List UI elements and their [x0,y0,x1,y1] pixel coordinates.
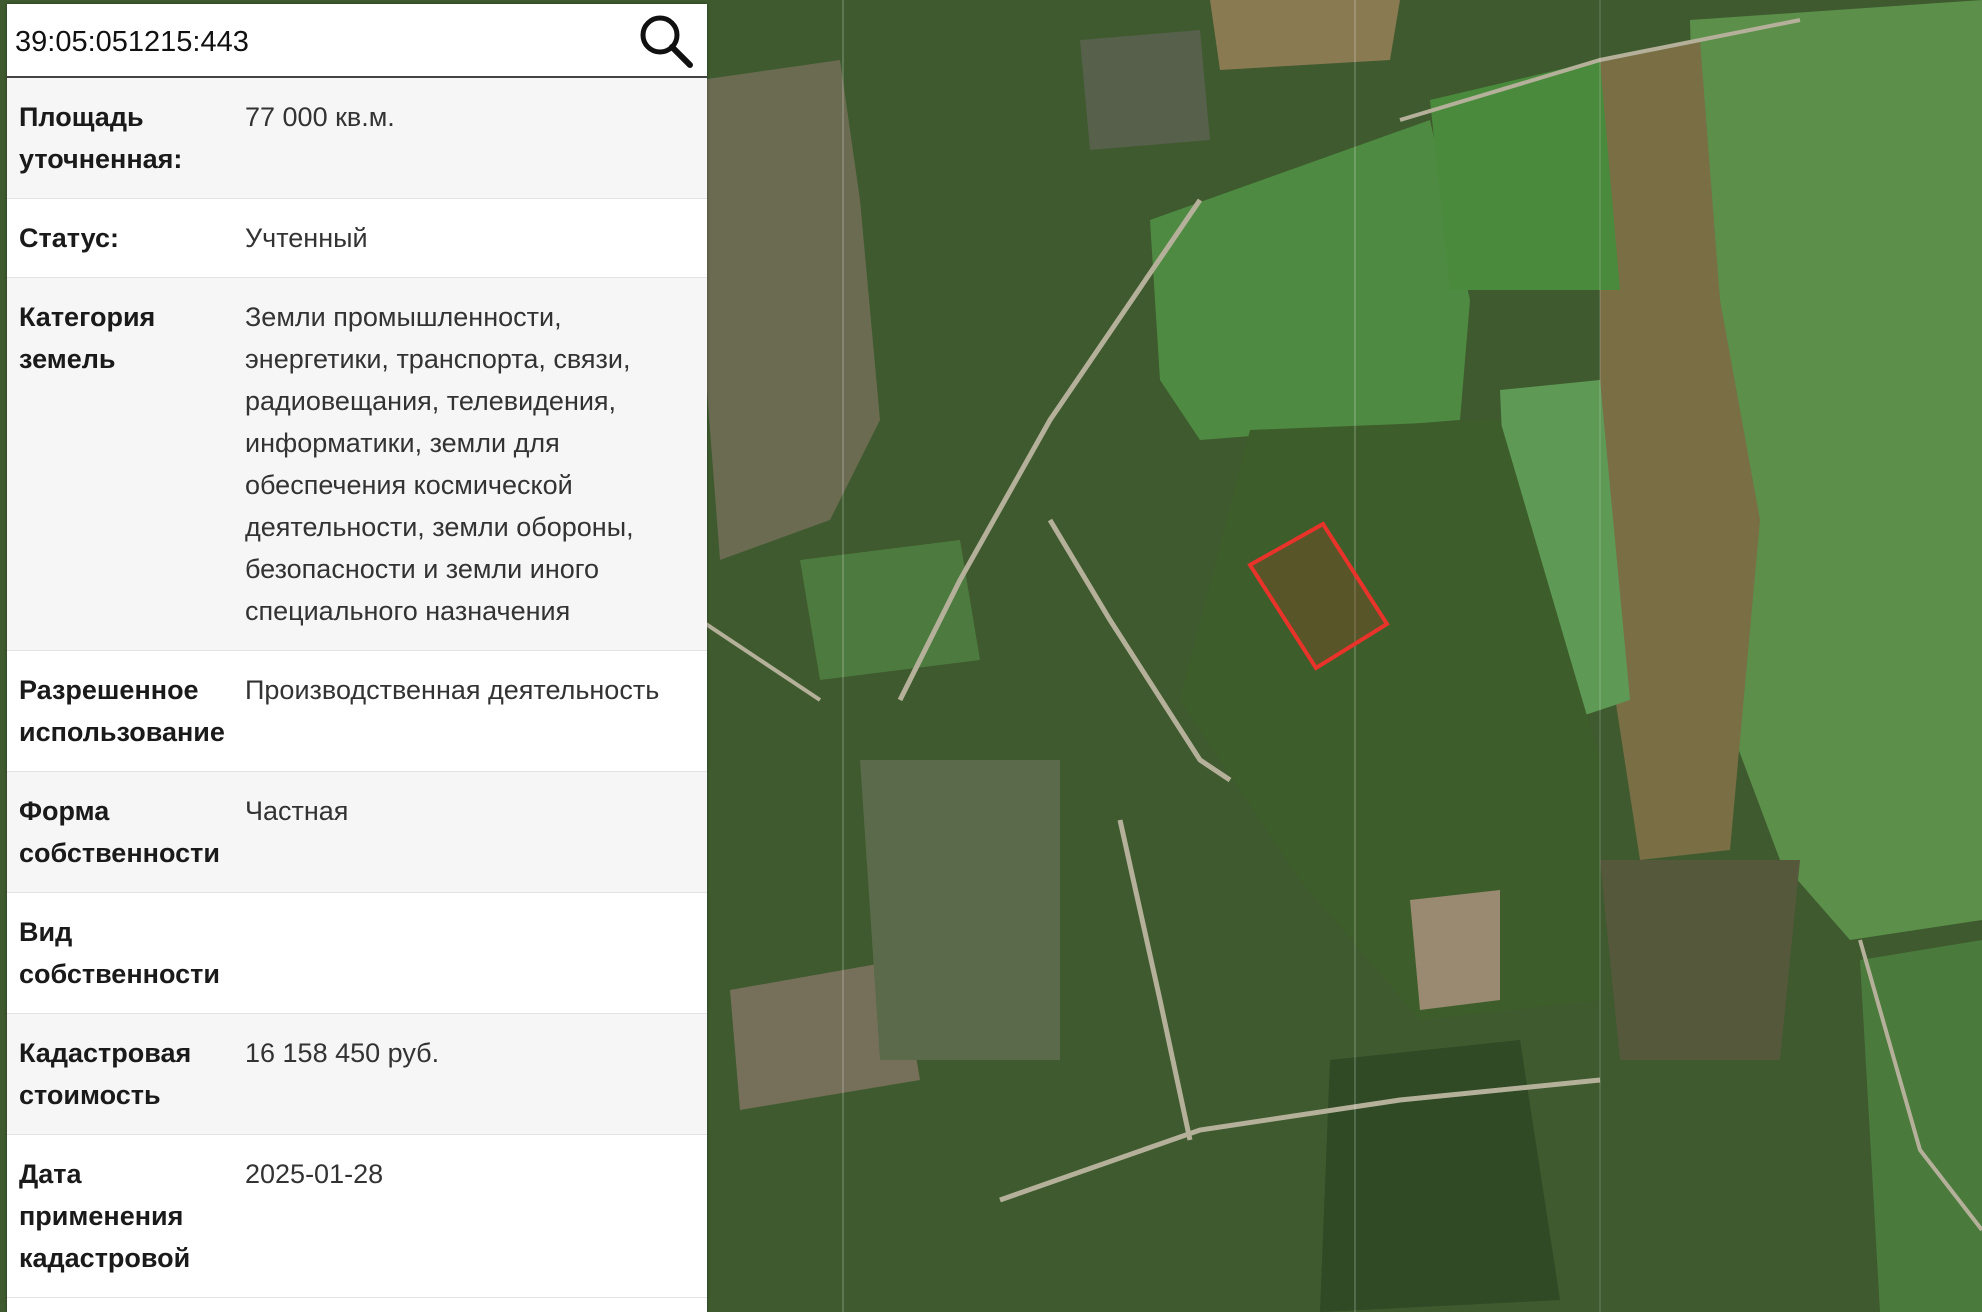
parcel-info-list: Площадь уточненная: 77 000 кв.м. Статус: Уч… [7,78,707,1298]
parcel-info-panel: Площадь уточненная: 77 000 кв.м. Статус: Уч… [7,4,707,1312]
info-label: Кадастровая стоимость [19,1038,192,1110]
search-button[interactable] [637,12,695,70]
info-row-land-category: Категория земель Земли промышленности, эн… [7,278,707,651]
info-row-ownership-type: Вид собственности [7,893,707,1014]
info-label: Категория земель [19,302,156,374]
info-label: Дата применения кадастровой [19,1159,191,1273]
info-value [245,911,697,995]
info-value: Производственная деятельность [245,675,660,705]
info-label: Площадь уточненная: [19,102,183,174]
info-row-area: Площадь уточненная: 77 000 кв.м. [7,78,707,199]
info-row-status: Статус: Учтенный [7,199,707,278]
info-label: Разрешенное использование [19,675,225,747]
info-value: Земли промышленности, энергетики, трансп… [245,302,634,626]
search-bar [7,4,707,78]
info-row-application-date: Дата применения кадастровой 2025-01-28 [7,1135,707,1298]
info-label: Вид собственности [19,917,220,989]
info-label: Статус: [19,223,119,253]
info-row-ownership-form: Форма собственности Частная [7,772,707,893]
info-value: Учтенный [245,223,368,253]
info-value: 2025-01-28 [245,1159,384,1189]
info-value: Частная [245,796,349,826]
cadastral-number-input[interactable] [15,20,615,64]
info-value: 16 158 450 руб. [245,1038,440,1068]
info-row-permitted-use: Разрешенное использование Производственна… [7,651,707,772]
search-icon [640,15,693,68]
info-label: Форма собственности [19,796,220,868]
info-value: 77 000 кв.м. [245,102,395,132]
info-row-cadastral-value: Кадастровая стоимость 16 158 450 руб. [7,1014,707,1135]
